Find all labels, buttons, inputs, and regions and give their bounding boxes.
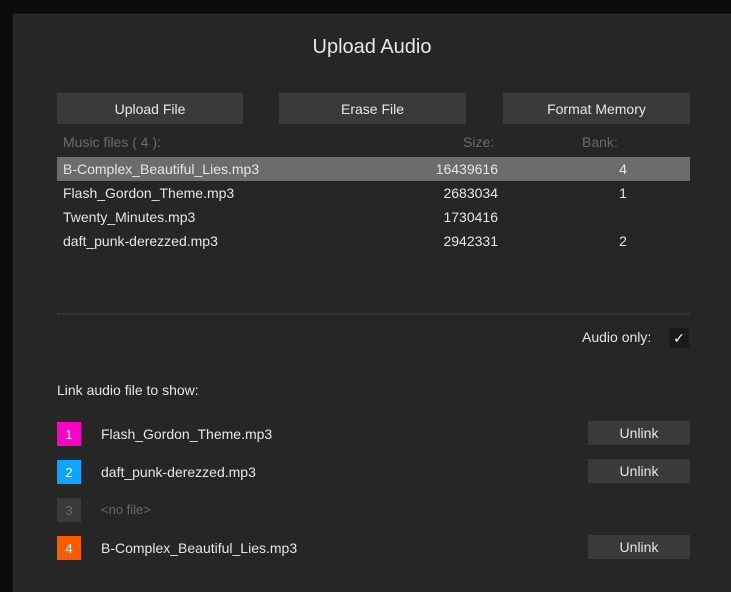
file-row[interactable]: daft_punk-derezzed.mp3 2942331 2 [57,229,690,253]
music-files-header: Music files ( 4 ): [63,134,162,150]
file-row[interactable]: Flash_Gordon_Theme.mp3 2683034 1 [57,181,690,205]
file-bank: 2 [619,233,627,249]
slot-file-name: Flash_Gordon_Theme.mp3 [101,426,273,442]
file-row[interactable]: B-Complex_Beautiful_Lies.mp3 16439616 4 [57,157,690,181]
slot-number-badge: 3 [57,498,81,522]
file-size: 1730416 [443,209,498,225]
file-name: Flash_Gordon_Theme.mp3 [63,185,235,201]
unlink-button[interactable]: Unlink [588,421,690,445]
file-name: B-Complex_Beautiful_Lies.mp3 [63,161,260,177]
file-name: Twenty_Minutes.mp3 [63,209,196,225]
upload-audio-dialog: Upload Audio Upload File Erase File Form… [13,14,731,592]
size-column-header: Size: [463,134,495,150]
section-divider [57,313,690,315]
file-size: 2942331 [443,233,498,249]
slot-file-name: <no file> [101,502,151,517]
audio-only-label: Audio only: [582,329,652,345]
unlink-button[interactable]: Unlink [588,535,690,559]
bank-column-header: Bank: [582,134,618,150]
dialog-title: Upload Audio [312,36,432,58]
file-size: 16439616 [435,161,498,177]
erase-file-button[interactable]: Erase File [279,93,466,124]
link-section-title: Link audio file to show: [57,382,199,398]
audio-only-checkbox[interactable]: ✓ [669,328,689,348]
file-bank: 4 [619,161,627,177]
unlink-button[interactable]: Unlink [588,459,690,483]
slot-number-badge: 1 [57,422,81,446]
checkmark-icon: ✓ [673,329,685,346]
slot-file-name: daft_punk-derezzed.mp3 [101,464,256,480]
slot-file-name: B-Complex_Beautiful_Lies.mp3 [101,540,298,556]
format-memory-button[interactable]: Format Memory [503,93,690,124]
slot-number-badge: 4 [57,536,81,560]
slot-number-badge: 2 [57,460,81,484]
file-bank: 1 [619,185,627,201]
file-size: 2683034 [443,185,498,201]
file-row[interactable]: Twenty_Minutes.mp3 1730416 [57,205,690,229]
upload-file-button[interactable]: Upload File [57,93,243,124]
file-name: daft_punk-derezzed.mp3 [63,233,218,249]
